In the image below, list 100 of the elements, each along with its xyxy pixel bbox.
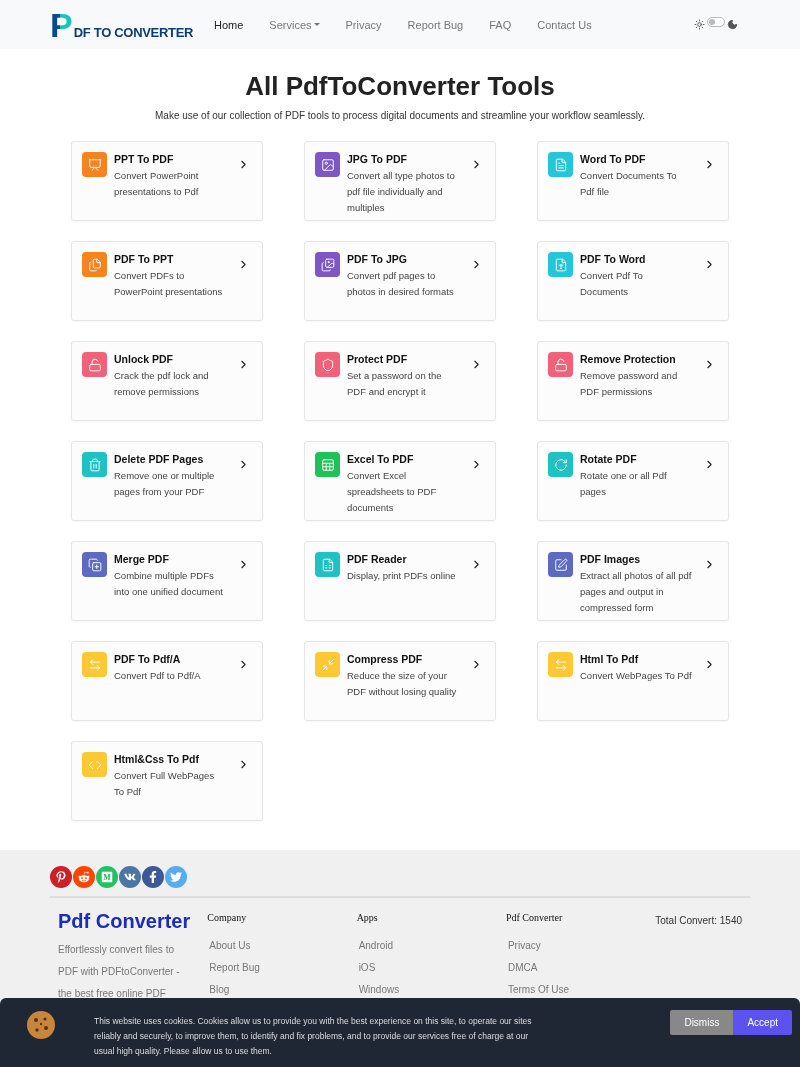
page-subtitle: Make use of our collection of PDF tools to process digital documents and streamline your workflow seamlessly.: [154, 110, 646, 121]
arrows-icon: [87, 657, 102, 672]
tool-card[interactable]: PDF To Word Convert Pdf To Documents: [537, 241, 729, 321]
tool-title: PPT To PDF: [114, 153, 175, 165]
tool-title: PDF To Word: [580, 253, 647, 265]
tool-card[interactable]: Html To Pdf Convert WebPages To Pdf: [537, 641, 729, 721]
tool-title: Remove Protection: [580, 353, 677, 365]
tool-title: Compress PDF: [347, 653, 424, 665]
tool-description: Convert PowerPoint presentations to Pdf: [114, 169, 200, 199]
footer-description: Effortlessly convert files to PDF with PDFtoConverter - the best free online PDF: [58, 943, 181, 1001]
tool-card[interactable]: PDF Reader Display, print PDFs online: [304, 541, 496, 621]
footer-link[interactable]: Report Bug: [207, 957, 357, 979]
tool-title: PDF To PPT: [114, 253, 175, 265]
nav-link[interactable]: Home: [201, 18, 257, 31]
image-icon: [320, 157, 335, 172]
accept-button[interactable]: Accept: [733, 1010, 792, 1035]
footer-brand: Pdf Converter: [58, 910, 192, 933]
unlock-icon: [553, 357, 568, 372]
footer-link[interactable]: About Us: [207, 935, 357, 957]
tool-description: Convert Full WebPages To Pdf: [114, 769, 216, 799]
tool-title: Html&Css To Pdf: [114, 753, 200, 765]
document-icon: [553, 257, 568, 272]
footer-heading: Apps: [356, 912, 379, 923]
facebook-icon[interactable]: [142, 866, 164, 888]
tool-description: Reduce the size of your PDF without losing quality: [347, 669, 458, 699]
trash-icon: [87, 457, 102, 472]
tool-card[interactable]: PPT To PDF Convert PowerPoint presentations to Pdf: [71, 141, 263, 221]
edit-icon: [553, 557, 568, 572]
footer-link[interactable]: iOS: [356, 957, 506, 979]
nav-link[interactable]: Services: [256, 18, 333, 31]
theme-switch[interactable]: [707, 16, 725, 27]
tool-description: Convert Pdf To Documents: [580, 269, 644, 299]
tool-card[interactable]: Rotate PDF Rotate one or all Pdf pages: [537, 441, 729, 521]
tool-card[interactable]: Merge PDF Combine multiple PDFs into one unified document: [71, 541, 263, 621]
nav-link[interactable]: FAQ: [476, 18, 525, 31]
tool-card[interactable]: Delete PDF Pages Remove one or multiple pages from your PDF: [71, 441, 263, 521]
tool-title: Excel To PDF: [347, 453, 415, 465]
tool-description: Remove password and PDF permissions: [580, 369, 679, 399]
tool-card[interactable]: PDF To JPG Convert pdf pages to photos in desired formats: [304, 241, 496, 321]
tool-title: Unlock PDF: [114, 353, 174, 365]
tool-card[interactable]: Protect PDF Set a password on the PDF and encrypt it: [304, 341, 496, 421]
moon-icon: [727, 19, 738, 30]
tool-card[interactable]: Html&Css To Pdf Convert Full WebPages To Pdf: [71, 741, 263, 821]
tool-title: JPG To PDF: [347, 153, 408, 165]
tool-description: Rotate one or all Pdf pages: [580, 469, 668, 499]
footer-link[interactable]: Terms Of Use: [505, 979, 656, 1001]
tool-title: Html To Pdf: [580, 653, 640, 665]
tool-title: PDF Images: [580, 553, 642, 565]
shield-icon: [320, 357, 335, 372]
tool-description: Crack the pdf lock and remove permissions: [114, 369, 210, 399]
footer-link[interactable]: Android: [356, 935, 506, 957]
tool-title: PDF To Pdf/A: [114, 653, 182, 665]
tool-description: Convert PDFs to PowerPoint presentations: [114, 269, 224, 299]
tool-description: Convert WebPages To Pdf: [580, 669, 692, 683]
medium-icon[interactable]: [96, 866, 118, 888]
footer-link[interactable]: Privacy: [505, 935, 656, 957]
tool-title: Protect PDF: [347, 353, 409, 365]
tool-card[interactable]: Compress PDF Reduce the size of your PDF without losing quality: [304, 641, 496, 721]
footer-link[interactable]: Windows: [356, 979, 506, 1001]
tool-title: PDF To JPG: [347, 253, 408, 265]
document-icon: [553, 157, 568, 172]
tool-description: Remove one or multiple pages from your PDF: [114, 469, 216, 499]
footer-heading: Company: [207, 912, 248, 923]
images-icon: [320, 257, 335, 272]
vk-icon[interactable]: [119, 866, 141, 888]
total-convert: Total Convert: 1540: [655, 915, 742, 926]
nav-link[interactable]: Contact Us: [524, 18, 605, 31]
tool-card[interactable]: PDF To PPT Convert PDFs to PowerPoint presentations: [71, 241, 263, 321]
pinterest-icon[interactable]: [50, 866, 72, 888]
document-icon: [320, 557, 335, 572]
tool-title: Word To PDF: [580, 153, 647, 165]
tool-description: Convert all type photos to pdf file individually and multiples: [347, 169, 456, 215]
rotate-icon: [553, 457, 568, 472]
tool-card[interactable]: Word To PDF Convert Documents To Pdf file: [537, 141, 729, 221]
tool-card[interactable]: PDF Images Extract all photos of all pdf pages and output in compressed form: [537, 541, 729, 621]
tool-card[interactable]: PDF To Pdf/A Convert Pdf to Pdf/A: [71, 641, 263, 721]
footer-link[interactable]: DMCA: [505, 957, 656, 979]
tool-card[interactable]: JPG To PDF Convert all type photos to pdf file individually and multiples: [304, 141, 496, 221]
arrows-icon: [553, 657, 568, 672]
page-title: All PdfToConverter Tools: [244, 71, 556, 102]
footer-link[interactable]: Blog: [207, 979, 357, 1001]
tool-description: Convert Documents To Pdf file: [580, 169, 678, 199]
tool-description: Convert pdf pages to photos in desired formats: [347, 269, 455, 299]
reddit-icon[interactable]: [73, 866, 95, 888]
tool-description: Convert Excel spreadsheets to PDF documents: [347, 469, 438, 515]
tool-title: Merge PDF: [114, 553, 170, 565]
nav-link[interactable]: Privacy: [332, 18, 395, 31]
copy-plus-icon: [87, 557, 102, 572]
tool-card[interactable]: Excel To PDF Convert Excel spreadsheets to PDF documents: [304, 441, 496, 521]
cookie-icon: [26, 1010, 56, 1040]
tool-card[interactable]: Unlock PDF Crack the pdf lock and remove permissions: [71, 341, 263, 421]
tool-description: Display, print PDFs online: [347, 569, 457, 583]
shrink-icon: [320, 657, 335, 672]
tool-description: Extract all photos of all pdf pages and output in compressed form: [580, 569, 692, 615]
tool-description: Set a password on the PDF and encrypt it: [347, 369, 443, 399]
logo[interactable]: PDF TO CONVERTER: [50, 9, 196, 40]
nav-link[interactable]: Report Bug: [394, 18, 477, 31]
spreadsheet-icon: [320, 457, 335, 472]
dismiss-button[interactable]: Dismiss: [670, 1010, 734, 1035]
tool-card[interactable]: Remove Protection Remove password and PDF permissions: [537, 341, 729, 421]
